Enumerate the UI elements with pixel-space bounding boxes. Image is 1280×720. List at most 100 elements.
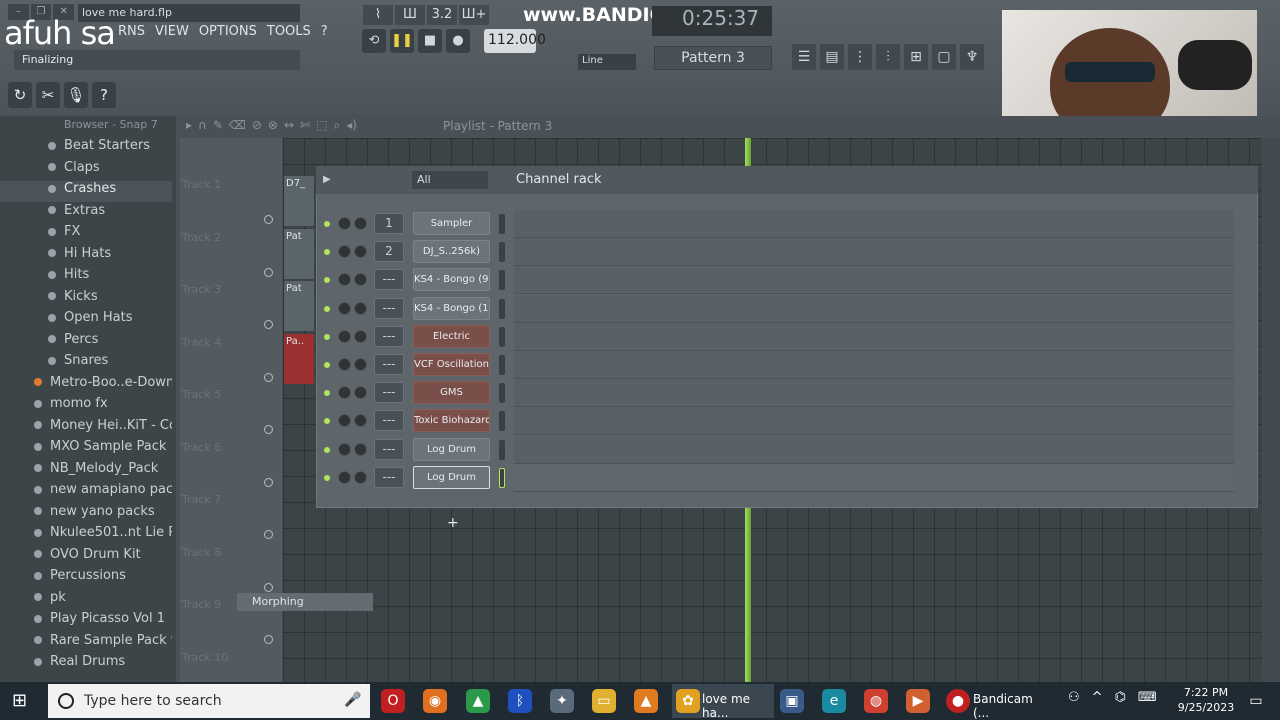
- track-mute-dot[interactable]: [264, 267, 273, 277]
- track-label[interactable]: Track 6: [180, 441, 270, 454]
- mixer-track-number[interactable]: ---: [374, 410, 404, 432]
- magnet-icon[interactable]: ∩: [198, 118, 207, 133]
- browser-item[interactable]: OVO Drum Kit: [0, 547, 172, 568]
- browser-item[interactable]: Kicks: [0, 289, 172, 310]
- delete-icon[interactable]: ⊘: [252, 118, 262, 133]
- notification-icon[interactable]: ▭: [1244, 689, 1268, 713]
- add-channel-button[interactable]: +: [447, 515, 459, 531]
- menu-help[interactable]: ?: [321, 24, 328, 44]
- channel-name-button[interactable]: Electric: [413, 324, 490, 348]
- menu-patterns[interactable]: RNS: [118, 24, 145, 44]
- volume-knob[interactable]: [354, 301, 367, 315]
- menu-view[interactable]: VIEW: [155, 24, 189, 44]
- file-icon[interactable]: ▢: [932, 44, 956, 70]
- mixer-track-number[interactable]: 1: [374, 213, 404, 234]
- volume-knob[interactable]: [354, 386, 367, 400]
- channel-led[interactable]: [324, 390, 330, 397]
- track-mute-dot[interactable]: [264, 477, 273, 487]
- pan-knob[interactable]: [338, 329, 351, 343]
- browser-item[interactable]: Percussions: [0, 568, 172, 589]
- track-label[interactable]: Track 8: [180, 546, 270, 559]
- volume-knob[interactable]: [354, 414, 367, 428]
- channel-led[interactable]: [324, 446, 330, 453]
- track-label[interactable]: Track 10: [180, 651, 270, 664]
- channel-name-button[interactable]: GMS: [413, 381, 490, 405]
- store-icon[interactable]: ▣: [780, 689, 804, 713]
- track-label[interactable]: Track 1: [180, 178, 270, 191]
- channel-select-bar[interactable]: [499, 467, 505, 488]
- time-signature[interactable]: 3.2: [427, 5, 457, 25]
- select-icon[interactable]: ⬚: [316, 118, 327, 133]
- mixer-track-number[interactable]: ---: [374, 382, 404, 404]
- rack-menu-arrow-icon[interactable]: ▶: [323, 174, 331, 185]
- channel-rack-icon[interactable]: ⋮: [848, 44, 872, 70]
- mixer-track-number[interactable]: ---: [374, 297, 404, 319]
- speaker-icon[interactable]: ◂): [346, 118, 357, 133]
- pencil-icon[interactable]: ✎: [213, 118, 223, 133]
- step-sequencer-area[interactable]: [514, 210, 1234, 238]
- morphing-label[interactable]: Morphing: [237, 593, 373, 611]
- mute-icon[interactable]: ⊗: [268, 118, 278, 133]
- browser-item[interactable]: Beat Starters: [0, 138, 172, 159]
- step-sequencer-area[interactable]: [514, 266, 1234, 295]
- tray-arrow-icon[interactable]: ^: [1092, 690, 1103, 705]
- track-label[interactable]: Track 3: [180, 283, 270, 296]
- taskbar-search-input[interactable]: Type here to search: [48, 684, 370, 718]
- channel-name-button[interactable]: DJ_S..256k): [413, 240, 490, 264]
- step-sequencer-area[interactable]: [514, 294, 1234, 323]
- channel-select-bar[interactable]: [499, 355, 505, 375]
- channel-select-bar[interactable]: [499, 383, 505, 404]
- step-sequencer-area[interactable]: [514, 238, 1234, 267]
- mixer-track-number[interactable]: ---: [374, 438, 404, 460]
- pan-knob[interactable]: [338, 245, 351, 259]
- pan-knob[interactable]: [338, 386, 351, 400]
- browser-item[interactable]: Money Hei..KiT - Copy: [0, 418, 172, 439]
- firefox-icon[interactable]: ◉: [423, 689, 447, 713]
- channel-name-button[interactable]: Log Drum: [413, 437, 490, 461]
- channel-name-button[interactable]: KS4 - Bongo (9): [413, 268, 490, 292]
- slice-icon[interactable]: ✄: [300, 118, 310, 133]
- channel-led[interactable]: [324, 474, 330, 481]
- folder-icon[interactable]: ▭: [592, 689, 616, 713]
- refresh-icon[interactable]: ↻: [8, 82, 32, 108]
- voice-search-icon[interactable]: 🎤: [344, 692, 361, 708]
- browser-item[interactable]: Hi Hats: [0, 246, 172, 267]
- pattern-clip[interactable]: Pa..: [284, 333, 314, 384]
- snap-mode-select[interactable]: Line: [578, 54, 636, 70]
- step-sequencer-area[interactable]: [514, 379, 1234, 408]
- drive-icon[interactable]: ▲: [466, 689, 490, 713]
- track-mute-dot[interactable]: [264, 215, 273, 224]
- media-icon[interactable]: ▶: [906, 689, 930, 713]
- slip-icon[interactable]: ↔: [284, 118, 294, 133]
- metronome-icon[interactable]: ⌇: [363, 5, 393, 25]
- channel-name-button[interactable]: KS4 - Bongo (1): [413, 296, 490, 320]
- routing-icon[interactable]: ⊞: [904, 44, 928, 70]
- volume-knob[interactable]: [354, 245, 367, 259]
- pause-icon[interactable]: ❚❚: [390, 29, 414, 53]
- playlist-icon[interactable]: ☰: [792, 44, 816, 70]
- mic-icon[interactable]: 🎙: [64, 82, 88, 108]
- menu-tools[interactable]: TOOLS: [267, 24, 311, 44]
- pan-knob[interactable]: [338, 470, 351, 484]
- zoom-icon[interactable]: ⌕: [333, 118, 340, 133]
- channel-name-button[interactable]: Toxic Biohazard: [413, 409, 490, 433]
- step-sequencer-area[interactable]: [514, 435, 1234, 464]
- bluetooth-icon[interactable]: ᛒ: [508, 689, 532, 713]
- browser-item[interactable]: Percs: [0, 332, 172, 353]
- app-icon[interactable]: ✦: [550, 689, 574, 713]
- browser-item[interactable]: FX: [0, 224, 172, 245]
- brush-icon[interactable]: ⌫: [229, 118, 246, 133]
- taskbar-clock[interactable]: 7:22 PM 9/25/2023: [1176, 685, 1236, 715]
- keyboard-icon[interactable]: ⌨: [1138, 690, 1157, 705]
- pattern-selector[interactable]: Pattern 3: [654, 46, 772, 70]
- volume-knob[interactable]: [354, 329, 367, 343]
- tempo-display[interactable]: 112.000: [484, 29, 546, 53]
- browser-item[interactable]: Open Hats: [0, 310, 172, 331]
- channel-name-button[interactable]: VCF Oscillation: [413, 353, 490, 376]
- channel-led[interactable]: [324, 333, 330, 340]
- people-icon[interactable]: ⚇: [1068, 690, 1080, 705]
- volume-knob[interactable]: [354, 273, 367, 287]
- menu-options[interactable]: OPTIONS: [199, 24, 257, 44]
- volume-knob[interactable]: [354, 217, 367, 230]
- pan-knob[interactable]: [338, 358, 351, 371]
